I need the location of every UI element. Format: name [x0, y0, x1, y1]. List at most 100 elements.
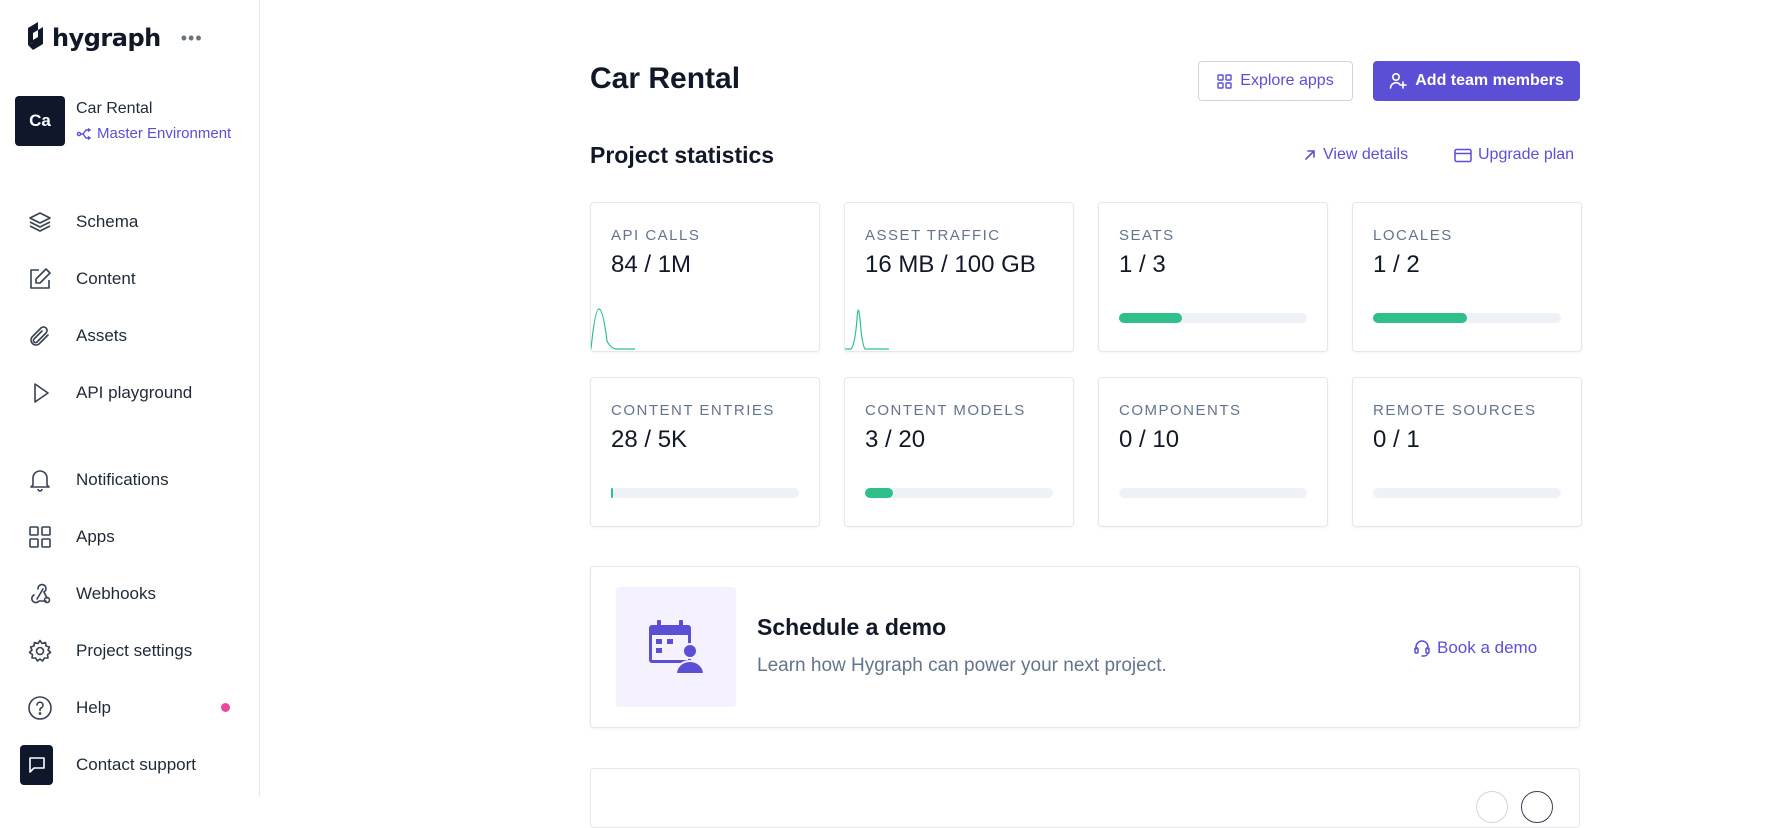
more-menu-button[interactable]: ••• — [181, 29, 203, 47]
page-title: Car Rental — [590, 62, 741, 95]
sidebar-nav-bottom: Notifications Apps Webhooks Project sett… — [0, 451, 260, 793]
usage-bar-track — [611, 488, 799, 498]
usage-bar-fill — [865, 488, 894, 498]
stat-label: LOCALES — [1373, 227, 1453, 244]
upgrade-plan-link[interactable]: Upgrade plan — [1454, 146, 1574, 164]
explore-apps-label: Explore apps — [1240, 72, 1334, 89]
grid-icon — [1217, 73, 1232, 89]
project-switcher[interactable]: Ca Car Rental Master Environment — [15, 96, 231, 146]
webhook-icon — [27, 581, 53, 607]
help-notification-dot — [221, 703, 230, 712]
grid-icon — [27, 524, 53, 550]
usage-bar-fill — [611, 488, 613, 498]
stat-card-components: COMPONENTS 0 / 10 — [1098, 377, 1328, 527]
stat-label: SEATS — [1119, 227, 1175, 244]
view-details-label: View details — [1323, 146, 1409, 163]
usage-bar-track — [1119, 313, 1307, 323]
help-circle-icon — [27, 695, 53, 721]
arrow-up-right-icon — [1305, 150, 1315, 160]
asset-traffic-sparkline — [845, 309, 889, 350]
environment-selector[interactable]: Master Environment — [76, 125, 231, 142]
book-demo-label: Book a demo — [1437, 638, 1538, 657]
demo-title: Schedule a demo — [757, 614, 947, 640]
headset-icon — [1414, 640, 1430, 657]
stat-card-content-models: CONTENT MODELS 3 / 20 — [844, 377, 1074, 527]
stat-label: REMOTE SOURCES — [1373, 402, 1537, 419]
schedule-demo-card: Schedule a demo Learn how Hygraph can po… — [590, 566, 1580, 728]
sidebar: hygraph ••• Ca Car Rental Master Environ… — [0, 0, 260, 796]
stat-card-api-calls: API CALLS 84 / 1M — [590, 202, 820, 352]
stat-card-remote-sources: REMOTE SOURCES 0 / 1 — [1352, 377, 1582, 527]
chat-icon — [20, 744, 53, 785]
sidebar-item-webhooks[interactable]: Webhooks — [0, 565, 260, 622]
sidebar-item-assets[interactable]: Assets — [0, 307, 260, 364]
api-calls-sparkline — [591, 308, 635, 350]
sidebar-item-label: Assets — [76, 325, 128, 345]
stat-value: 0 / 1 — [1373, 426, 1420, 453]
stat-value: 0 / 10 — [1119, 426, 1180, 453]
sidebar-item-label: Notifications — [76, 469, 169, 489]
view-details-link[interactable]: View details — [1303, 146, 1408, 164]
upgrade-plan-label: Upgrade plan — [1478, 146, 1575, 163]
environment-label: Master Environment — [97, 125, 232, 142]
usage-bar-fill — [1373, 313, 1467, 323]
sidebar-item-label: Project settings — [76, 640, 193, 660]
usage-bar-track — [1373, 488, 1561, 498]
stat-card-locales: LOCALES 1 / 2 — [1352, 202, 1582, 352]
user-plus-icon — [1389, 72, 1408, 89]
usage-bar-track — [1373, 313, 1561, 323]
sidebar-item-content[interactable]: Content — [0, 250, 260, 307]
sidebar-item-label: Contact support — [76, 754, 197, 774]
next-section-card — [590, 768, 1580, 828]
layers-icon — [27, 209, 53, 235]
sidebar-item-project-settings[interactable]: Project settings — [0, 622, 260, 679]
stat-value: 28 / 5K — [611, 426, 688, 453]
sidebar-item-notifications[interactable]: Notifications — [0, 451, 260, 508]
stat-card-seats: SEATS 1 / 3 — [1098, 202, 1328, 352]
bell-icon — [27, 467, 53, 493]
usage-bar-track — [1119, 488, 1307, 498]
gear-icon — [27, 638, 53, 664]
edit-icon — [27, 266, 53, 292]
paperclip-icon — [27, 323, 53, 349]
explore-apps-button[interactable]: Explore apps — [1198, 61, 1353, 101]
demo-subtitle: Learn how Hygraph can power your next pr… — [757, 655, 1167, 676]
stat-card-content-entries: CONTENT ENTRIES 28 / 5K — [590, 377, 820, 527]
play-icon — [27, 380, 53, 406]
stat-value: 1 / 2 — [1373, 251, 1420, 278]
chat-icon-wrapper — [20, 744, 53, 785]
usage-bar-fill — [1119, 313, 1182, 323]
branch-icon — [76, 127, 92, 140]
sidebar-item-label: Schema — [76, 211, 139, 231]
sidebar-item-label: Webhooks — [76, 583, 157, 603]
stat-label: CONTENT MODELS — [865, 402, 1026, 419]
hygraph-logo[interactable]: hygraph ••• — [24, 20, 203, 56]
sidebar-item-label: API playground — [76, 382, 193, 402]
sidebar-item-label: Content — [76, 268, 136, 288]
sidebar-nav-main: Schema Content Assets API playground — [0, 193, 260, 421]
book-demo-link[interactable]: Book a demo — [1413, 638, 1537, 658]
stat-card-asset-traffic: ASSET TRAFFIC 16 MB / 100 GB — [844, 202, 1074, 352]
stat-label: ASSET TRAFFIC — [865, 227, 1001, 244]
usage-bar-track — [865, 488, 1053, 498]
sidebar-item-schema[interactable]: Schema — [0, 193, 260, 250]
stat-label: COMPONENTS — [1119, 402, 1242, 419]
add-team-members-label: Add team members — [1415, 72, 1564, 89]
sidebar-item-help[interactable]: Help — [0, 679, 260, 736]
logo-text: hygraph — [52, 24, 161, 52]
stat-value: 84 / 1M — [611, 251, 692, 278]
stat-label: CONTENT ENTRIES — [611, 402, 775, 419]
project-avatar: Ca — [15, 96, 65, 146]
stat-value: 3 / 20 — [865, 426, 926, 453]
add-team-members-button[interactable]: Add team members — [1373, 61, 1580, 101]
sidebar-item-label: Apps — [76, 526, 115, 546]
project-name: Car Rental — [76, 100, 153, 117]
hygraph-logo-icon — [28, 22, 43, 50]
sidebar-item-contact-support[interactable]: Contact support — [0, 736, 260, 793]
credit-card-icon — [1454, 148, 1472, 162]
calendar-user-icon — [616, 587, 736, 707]
sidebar-item-api-playground[interactable]: API playground — [0, 364, 260, 421]
sidebar-item-apps[interactable]: Apps — [0, 508, 260, 565]
stat-label: API CALLS — [611, 227, 701, 244]
stat-value: 1 / 3 — [1119, 251, 1166, 278]
